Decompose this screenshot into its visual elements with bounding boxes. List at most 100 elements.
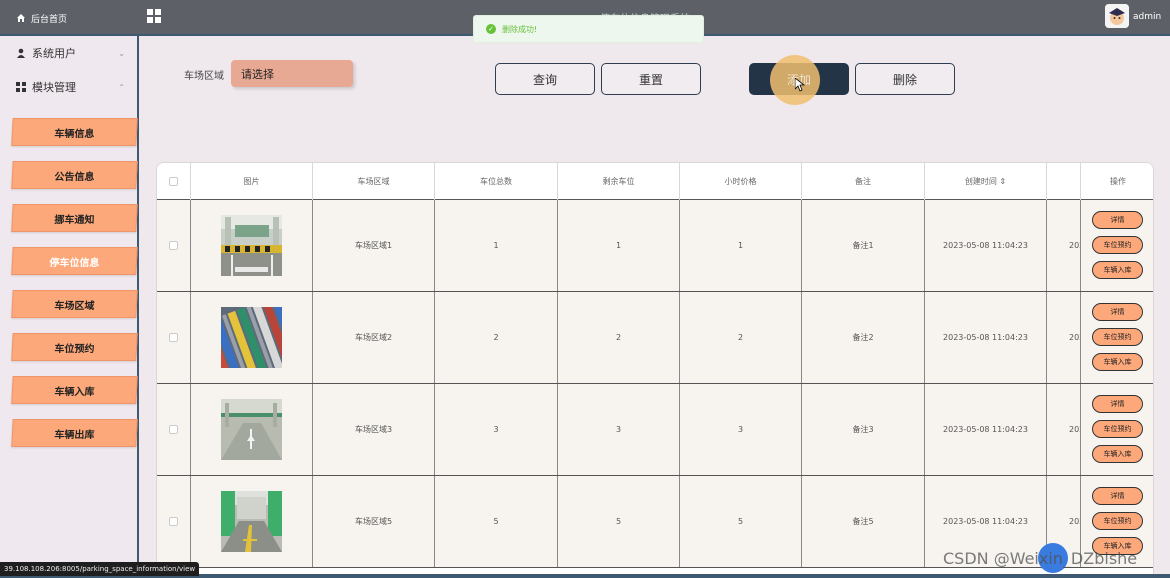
sidebar-group-system-users[interactable]: 系统用户 ⌄ <box>0 36 137 70</box>
reserve-button[interactable]: 车位预约 <box>1092 236 1143 254</box>
enter-button[interactable]: 车辆入库 <box>1092 445 1143 463</box>
add-button[interactable]: 添加 <box>749 55 849 105</box>
parking-photo[interactable] <box>221 399 282 460</box>
sidebar-group-label: 系统用户 <box>32 47 76 60</box>
sidebar-item-announcements[interactable]: 公告信息 <box>11 161 138 189</box>
home-link[interactable]: 后台首页 <box>0 0 139 36</box>
watermark: CSDN @Weixin_DZbishe <box>943 549 1138 568</box>
detail-button[interactable]: 详情 <box>1092 211 1143 229</box>
user-icon <box>17 48 25 58</box>
extra-cell: 202 <box>1047 384 1081 475</box>
column-header-image: 图片 <box>191 163 313 200</box>
actions-cell: 详情 车位预约 车辆入库 <box>1081 384 1153 475</box>
column-header-created[interactable]: 创建时间 ⇕ <box>925 163 1047 200</box>
image-cell <box>191 384 313 475</box>
sidebar-item-vehicle-entry[interactable]: 车辆入库 <box>11 376 138 404</box>
sidebar-item-label: 车辆信息 <box>54 128 95 140</box>
grid-icon <box>16 82 26 92</box>
sidebar-item-label: 车辆入库 <box>54 386 95 398</box>
row-checkbox[interactable] <box>169 425 178 434</box>
select-all-cell <box>157 163 191 200</box>
area-cell: 车场区域1 <box>313 200 435 291</box>
area-cell: 车场区域3 <box>313 384 435 475</box>
table-row: 车场区域3 3 3 3 备注3 2023-05-08 11:04:23 202 … <box>157 384 1153 476</box>
sidebar-item-vehicle-info[interactable]: 车辆信息 <box>11 118 138 146</box>
created-cell: 2023-05-08 11:04:23 <box>925 200 1047 291</box>
delete-button[interactable]: 删除 <box>855 63 955 95</box>
table-header: 图片 车场区域 车位总数 剩余车位 小时价格 备注 创建时间 ⇕ 操作 <box>157 163 1153 200</box>
area-cell: 车场区域5 <box>313 476 435 567</box>
sidebar-group-module-management[interactable]: 模块管理 ⌃ <box>0 70 137 104</box>
detail-button[interactable]: 详情 <box>1092 395 1143 413</box>
status-url: 39.108.108.206:8005/parking_space_inform… <box>0 562 200 576</box>
column-header-note: 备注 <box>802 163 925 200</box>
row-checkbox[interactable] <box>169 333 178 342</box>
reserve-button[interactable]: 车位预约 <box>1092 420 1143 438</box>
reset-button[interactable]: 重置 <box>601 63 701 95</box>
column-header-total: 车位总数 <box>435 163 558 200</box>
column-header-area: 车场区域 <box>313 163 435 200</box>
sidebar-item-space-reservation[interactable]: 车位预约 <box>11 333 138 361</box>
note-cell: 备注3 <box>802 384 925 475</box>
column-header-extra <box>1047 163 1081 200</box>
success-toast: ✓ 删除成功! <box>473 15 704 43</box>
parking-photo[interactable] <box>221 307 282 368</box>
query-button[interactable]: 查询 <box>495 63 595 95</box>
username[interactable]: admin <box>1133 12 1161 22</box>
sidebar-item-label: 车位预约 <box>54 343 95 355</box>
detail-button[interactable]: 详情 <box>1092 303 1143 321</box>
area-select-placeholder: 请选择 <box>241 67 274 81</box>
chevron-up-icon: ⌃ <box>118 82 125 92</box>
parking-photo[interactable] <box>221 215 282 276</box>
row-select-cell <box>157 292 191 383</box>
table-row: 车场区域2 2 2 2 备注2 2023-05-08 11:04:23 202 … <box>157 292 1153 384</box>
created-cell: 2023-05-08 11:04:23 <box>925 384 1047 475</box>
extra-cell: 202 <box>1047 292 1081 383</box>
area-select[interactable]: 请选择 <box>231 60 353 87</box>
image-cell <box>191 292 313 383</box>
toast-message: 删除成功! <box>502 24 538 34</box>
sidebar-item-vehicle-exit[interactable]: 车辆出库 <box>11 419 138 447</box>
chevron-down-icon: ⌄ <box>118 48 125 58</box>
sidebar-item-label: 公告信息 <box>54 171 95 183</box>
reserve-button[interactable]: 车位预约 <box>1092 512 1143 530</box>
select-all-checkbox[interactable] <box>169 177 178 186</box>
image-cell <box>191 476 313 567</box>
data-table: 图片 车场区域 车位总数 剩余车位 小时价格 备注 创建时间 ⇕ 操作 车场区域… <box>156 162 1154 578</box>
enter-button[interactable]: 车辆入库 <box>1092 261 1143 279</box>
detail-button[interactable]: 详情 <box>1092 487 1143 505</box>
mouse-cursor-icon <box>795 78 805 92</box>
avatar[interactable] <box>1105 4 1129 28</box>
reserve-button[interactable]: 车位预约 <box>1092 328 1143 346</box>
row-checkbox[interactable] <box>169 241 178 250</box>
parking-photo[interactable] <box>221 491 282 552</box>
search-area-label: 车场区域 <box>184 71 224 82</box>
extra-cell: 202 <box>1047 200 1081 291</box>
row-checkbox[interactable] <box>169 517 178 526</box>
area-cell: 车场区域2 <box>313 292 435 383</box>
home-label: 后台首页 <box>31 14 68 25</box>
row-select-cell <box>157 200 191 291</box>
price-cell: 5 <box>680 476 802 567</box>
sidebar-item-parking-space-info[interactable]: 停车位信息 <box>11 247 138 275</box>
actions-cell: 详情 车位预约 车辆入库 <box>1081 292 1153 383</box>
table-row: 车场区域1 1 1 1 备注1 2023-05-08 11:04:23 202 … <box>157 200 1153 292</box>
enter-button[interactable]: 车辆入库 <box>1092 353 1143 371</box>
price-cell: 1 <box>680 200 802 291</box>
created-cell: 2023-05-08 11:04:23 <box>925 292 1047 383</box>
sidebar-item-label: 车场区域 <box>54 300 95 312</box>
column-header-actions: 操作 <box>1110 177 1126 186</box>
row-select-cell <box>157 476 191 567</box>
note-cell: 备注2 <box>802 292 925 383</box>
sidebar-item-parking-area[interactable]: 车场区域 <box>11 290 138 318</box>
remain-cell: 3 <box>558 384 680 475</box>
sidebar-item-label: 停车位信息 <box>49 257 100 269</box>
note-cell: 备注5 <box>802 476 925 567</box>
column-header-remain: 剩余车位 <box>558 163 680 200</box>
sidebar: 系统用户 ⌄ 模块管理 ⌃ 车辆信息 公告信息 挪车通知 停车位信息 车场区域 … <box>0 36 139 578</box>
home-icon <box>17 14 25 22</box>
total-cell: 1 <box>435 200 558 291</box>
sidebar-item-move-car-notice[interactable]: 挪车通知 <box>11 204 138 232</box>
grid-menu-icon[interactable] <box>147 9 161 23</box>
actions-cell: 详情 车位预约 车辆入库 <box>1081 200 1153 291</box>
